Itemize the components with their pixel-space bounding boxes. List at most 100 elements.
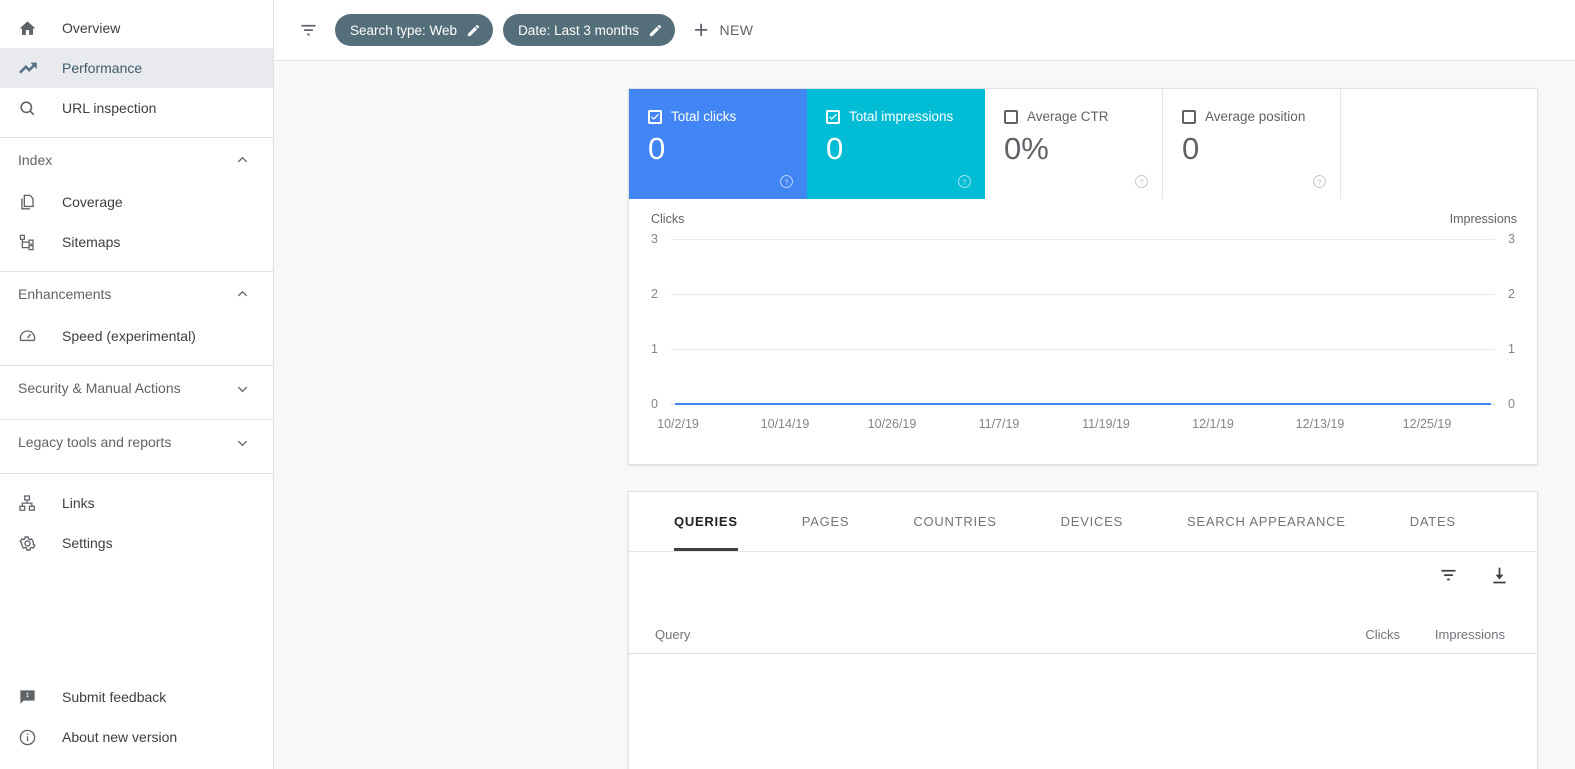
chip-label: Search type: Web xyxy=(350,22,458,38)
sidebar-group-title: Index xyxy=(18,152,53,168)
sidebar-item-submit-feedback[interactable]: Submit feedback xyxy=(0,677,273,717)
tab-label: SEARCH APPEARANCE xyxy=(1187,514,1346,529)
sidebar-item-label: Overview xyxy=(62,20,121,36)
info-icon xyxy=(18,726,44,748)
checkbox-total-clicks[interactable] xyxy=(648,109,662,124)
pages-icon xyxy=(18,191,44,213)
new-filter-label: NEW xyxy=(719,22,754,38)
sidebar-item-links[interactable]: Links xyxy=(0,483,273,523)
tab-dates[interactable]: DATES xyxy=(1410,492,1456,551)
xtick: 12/1/19 xyxy=(1192,417,1234,431)
chart-right-axis-title: Impressions xyxy=(1449,212,1517,226)
tab-pages[interactable]: PAGES xyxy=(802,492,850,551)
checkbox-average-ctr[interactable] xyxy=(1004,109,1018,124)
filter-icon[interactable] xyxy=(291,13,325,47)
metric-label: Average CTR xyxy=(1027,109,1109,124)
app-root: Overview Performance URL inspection Inde… xyxy=(0,0,1575,769)
ytick-right: 0 xyxy=(1508,397,1515,411)
sidebar-item-label: Settings xyxy=(62,535,113,551)
pencil-icon xyxy=(648,23,663,38)
table-body xyxy=(629,654,1537,769)
sidebar-item-coverage[interactable]: Coverage xyxy=(0,182,273,222)
sidebar-item-overview[interactable]: Overview xyxy=(0,8,273,48)
column-header-query[interactable]: Query xyxy=(655,627,1295,642)
xtick: 12/25/19 xyxy=(1402,417,1452,431)
xtick: 11/19/19 xyxy=(1082,417,1130,431)
dimension-table-card: QUERIES PAGES COUNTRIES DEVICES SEARCH A… xyxy=(628,491,1538,769)
svg-text:?: ? xyxy=(1317,177,1321,186)
tab-countries[interactable]: COUNTRIES xyxy=(913,492,996,551)
ytick-left: 0 xyxy=(651,397,658,411)
sidebar-item-label: Submit feedback xyxy=(62,689,167,705)
help-icon[interactable]: ? xyxy=(957,174,972,189)
help-icon[interactable]: ? xyxy=(779,174,794,189)
sidebar-item-speed[interactable]: Speed (experimental) xyxy=(0,316,273,356)
sidebar-item-label: Performance xyxy=(62,60,143,76)
ytick-right: 1 xyxy=(1508,342,1515,356)
metric-card-empty-slot xyxy=(1341,89,1537,199)
tab-label: DEVICES xyxy=(1060,514,1123,529)
sidebar-item-performance[interactable]: Performance xyxy=(0,48,273,88)
sidebar-group-title: Enhancements xyxy=(18,286,112,302)
gridline xyxy=(671,349,1495,350)
chip-label: Date: Last 3 months xyxy=(518,22,639,38)
sidebar: Overview Performance URL inspection Inde… xyxy=(0,0,274,769)
sidebar-item-url-inspection[interactable]: URL inspection xyxy=(0,88,273,128)
column-header-impressions[interactable]: Impressions xyxy=(1400,627,1505,642)
checkbox-total-impressions[interactable] xyxy=(826,109,840,124)
metric-card-total-impressions[interactable]: Total impressions 0 ? xyxy=(807,89,985,199)
download-icon[interactable] xyxy=(1489,565,1510,586)
sidebar-group-legacy[interactable]: Legacy tools and reports xyxy=(0,420,273,464)
tab-search-appearance[interactable]: SEARCH APPEARANCE xyxy=(1187,492,1346,551)
metric-card-average-position[interactable]: Average position 0 ? xyxy=(1163,89,1341,199)
ytick-left: 3 xyxy=(651,232,658,246)
chart-series-line xyxy=(675,403,1491,405)
chevron-down-icon xyxy=(234,434,251,451)
sidebar-item-sitemaps[interactable]: Sitemaps xyxy=(0,222,273,262)
chart-left-axis-title: Clicks xyxy=(651,212,685,226)
metric-label: Average position xyxy=(1205,109,1306,124)
help-icon[interactable]: ? xyxy=(1312,174,1327,189)
sidebar-item-about-new-version[interactable]: About new version xyxy=(0,717,273,757)
sidebar-group-enhancements[interactable]: Enhancements xyxy=(0,272,273,316)
metric-value: 0 xyxy=(826,131,844,166)
help-icon[interactable]: ? xyxy=(1134,174,1149,189)
ytick-right: 3 xyxy=(1508,232,1515,246)
svg-text:?: ? xyxy=(962,177,966,186)
sidebar-footer: Submit feedback About new version xyxy=(0,677,273,769)
column-header-clicks[interactable]: Clicks xyxy=(1295,627,1400,642)
svg-text:?: ? xyxy=(784,177,788,186)
performance-chart-card: Total clicks 0 ? Total impressions 0 ? A… xyxy=(628,88,1538,465)
xtick: 10/2/19 xyxy=(657,417,699,431)
feedback-icon xyxy=(18,686,44,708)
gridline xyxy=(671,239,1495,240)
tab-queries[interactable]: QUERIES xyxy=(674,492,738,551)
plus-icon: + xyxy=(693,15,709,44)
sitemap-icon xyxy=(18,231,44,253)
xtick: 11/7/19 xyxy=(978,417,1020,431)
table-header-row: Query Clicks Impressions xyxy=(629,599,1537,654)
tab-label: COUNTRIES xyxy=(913,514,997,529)
sidebar-group-security[interactable]: Security & Manual Actions xyxy=(0,366,273,410)
sidebar-group-title: Legacy tools and reports xyxy=(18,434,172,450)
chevron-down-icon xyxy=(234,380,251,397)
filter-toolbar: Search type: Web Date: Last 3 months + N… xyxy=(274,0,1575,61)
chip-date-range[interactable]: Date: Last 3 months xyxy=(503,14,675,46)
sidebar-item-label: Links xyxy=(62,495,95,511)
xtick: 10/14/19 xyxy=(760,417,810,431)
filter-icon[interactable] xyxy=(1438,565,1459,586)
sidebar-item-label: Sitemaps xyxy=(62,234,121,250)
metric-label: Total clicks xyxy=(671,109,737,124)
table-toolbar xyxy=(629,552,1537,599)
checkbox-average-position[interactable] xyxy=(1182,109,1196,124)
sidebar-group-index[interactable]: Index xyxy=(0,138,273,182)
tab-devices[interactable]: DEVICES xyxy=(1061,492,1123,551)
add-new-filter-button[interactable]: + NEW xyxy=(693,15,754,44)
metric-card-average-ctr[interactable]: Average CTR 0% ? xyxy=(985,89,1163,199)
chip-search-type[interactable]: Search type: Web xyxy=(335,14,494,46)
sidebar-item-settings[interactable]: Settings xyxy=(0,523,273,563)
tab-label: QUERIES xyxy=(674,514,738,529)
metric-card-total-clicks[interactable]: Total clicks 0 ? xyxy=(629,89,807,199)
gridline xyxy=(671,294,1495,295)
